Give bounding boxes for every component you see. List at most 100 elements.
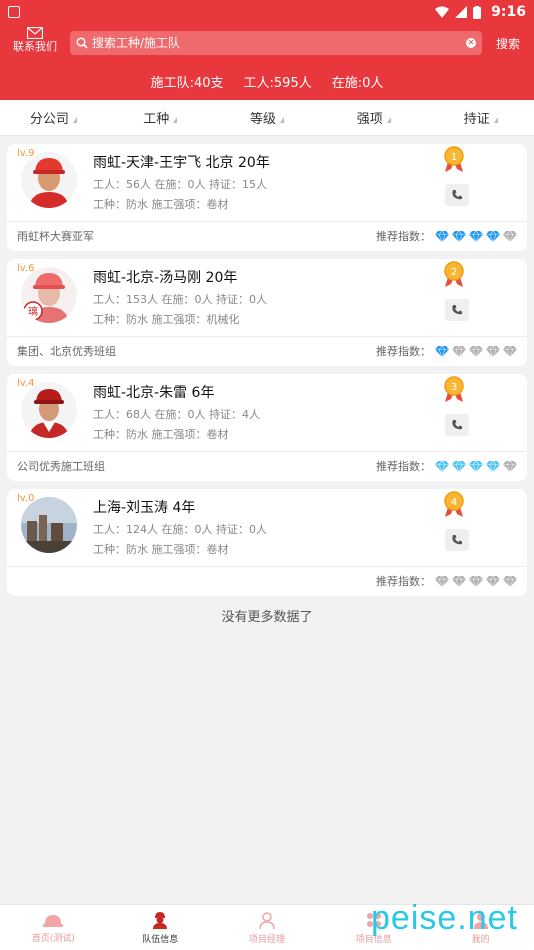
team-stats: 工人：56人 在施：0人 持证：15人 bbox=[93, 178, 267, 191]
avatar: 璃 bbox=[21, 267, 77, 323]
manager-icon bbox=[259, 911, 275, 929]
active-count: 在施:0人 bbox=[331, 75, 384, 91]
team-honor: 公司优秀施工班组 bbox=[17, 460, 105, 473]
diamond-empty-icon bbox=[469, 345, 483, 357]
recommend-rating bbox=[435, 460, 517, 472]
tab-team-info[interactable]: 队伍信息 bbox=[107, 905, 214, 950]
filter-label: 分公司 bbox=[29, 112, 69, 127]
diamond-empty-icon bbox=[503, 575, 517, 587]
team-skills: 工种：防水 施工强项：机械化 bbox=[93, 313, 240, 326]
phone-icon bbox=[452, 305, 462, 315]
team-honor: 雨虹杯大赛亚军 bbox=[17, 230, 94, 243]
diamond-filled-icon bbox=[435, 230, 449, 242]
team-card[interactable]: lv.0 上海-刘玉涛 4年 工人：124人 在施：0人 持证：0人 工种：防水… bbox=[7, 489, 527, 596]
sort-triangle-icon bbox=[386, 116, 391, 123]
app-notification-icon bbox=[8, 6, 20, 18]
diamond-filled-icon bbox=[452, 230, 466, 242]
home-icon bbox=[43, 914, 64, 927]
signal-icon bbox=[455, 6, 468, 18]
filter-bar: 分公司 工种 等级 强项 持证 bbox=[0, 100, 534, 136]
call-button[interactable] bbox=[445, 184, 469, 206]
filter-trade[interactable]: 工种 bbox=[107, 108, 214, 127]
phone-icon bbox=[452, 190, 462, 200]
avatar bbox=[21, 497, 77, 553]
avatar bbox=[21, 152, 77, 208]
diamond-empty-icon bbox=[486, 575, 500, 587]
tab-project-manager[interactable]: 项目经理 bbox=[214, 905, 321, 950]
diamond-filled-icon bbox=[469, 460, 483, 472]
rank-medal-icon: 3 bbox=[444, 376, 464, 402]
team-stats: 工人：124人 在施：0人 持证：0人 bbox=[93, 523, 267, 536]
worker-count: 工人:595人 bbox=[243, 75, 312, 91]
svg-text:璃: 璃 bbox=[28, 305, 38, 318]
clock: 9:16 bbox=[491, 4, 526, 20]
filter-branch[interactable]: 分公司 bbox=[0, 108, 107, 127]
rank-number: 2 bbox=[451, 267, 457, 278]
diamond-empty-icon bbox=[469, 575, 483, 587]
sort-triangle-icon bbox=[493, 116, 498, 123]
filter-strength[interactable]: 强项 bbox=[320, 108, 427, 127]
search-button[interactable]: 搜索 bbox=[488, 35, 528, 52]
filter-certified[interactable]: 持证 bbox=[427, 108, 534, 127]
diamond-filled-icon bbox=[435, 345, 449, 357]
recommend-label: 推荐指数： bbox=[376, 460, 431, 473]
filter-label: 持证 bbox=[463, 112, 490, 127]
call-button[interactable] bbox=[445, 299, 469, 321]
call-button[interactable] bbox=[445, 414, 469, 436]
rank-number: 3 bbox=[451, 382, 457, 393]
rank-medal-icon: 1 bbox=[444, 146, 464, 172]
filter-label: 强项 bbox=[356, 112, 383, 127]
no-more-data-text: 没有更多数据了 bbox=[221, 610, 313, 625]
watermark-text: peise.net bbox=[371, 899, 518, 937]
team-list: lv.9 雨虹-天津-王宇飞 北京 20年 工人：56人 在施：0人 持证：15… bbox=[0, 136, 534, 625]
diamond-filled-icon bbox=[486, 460, 500, 472]
phone-icon bbox=[452, 420, 462, 430]
diamond-empty-icon bbox=[503, 460, 517, 472]
diamond-empty-icon bbox=[503, 230, 517, 242]
filter-label: 等级 bbox=[249, 112, 276, 127]
diamond-filled-icon bbox=[435, 460, 449, 472]
search-input[interactable] bbox=[92, 36, 466, 50]
recommend-rating bbox=[435, 575, 517, 587]
team-icon bbox=[153, 911, 168, 929]
diamond-empty-icon bbox=[452, 575, 466, 587]
sort-triangle-icon bbox=[280, 116, 284, 123]
team-stats: 工人：153人 在施：0人 持证：0人 bbox=[93, 293, 267, 306]
team-skills: 工种：防水 施工强项：卷材 bbox=[93, 198, 229, 211]
team-honor: 集团、北京优秀班组 bbox=[17, 345, 116, 358]
tab-label: 项目经理 bbox=[248, 934, 285, 945]
team-name: 雨虹-天津-王宇飞 北京 20年 bbox=[93, 155, 270, 171]
search-bar[interactable]: ✕ bbox=[70, 31, 482, 55]
team-card[interactable]: lv.9 雨虹-天津-王宇飞 北京 20年 工人：56人 在施：0人 持证：15… bbox=[7, 144, 527, 251]
contact-us-button[interactable]: 联系我们 bbox=[6, 27, 64, 53]
team-name: 雨虹-北京-朱雷 6年 bbox=[93, 385, 215, 401]
mail-icon bbox=[27, 27, 43, 39]
team-name: 雨虹-北京-汤马刚 20年 bbox=[93, 270, 238, 286]
diamond-filled-icon bbox=[452, 460, 466, 472]
contact-us-label: 联系我们 bbox=[13, 40, 57, 53]
team-card[interactable]: lv.4 雨虹-北京-朱雷 6年 工人：68人 在施：0人 持证：4人 工种：防… bbox=[7, 374, 527, 481]
diamond-empty-icon bbox=[503, 345, 517, 357]
team-count: 施工队:40支 bbox=[150, 75, 224, 91]
diamond-filled-icon bbox=[486, 230, 500, 242]
recommend-label: 推荐指数： bbox=[376, 230, 431, 243]
search-icon bbox=[76, 37, 88, 49]
sort-triangle-icon bbox=[72, 116, 77, 123]
summary-bar: 施工队:40支 工人:595人 在施:0人 bbox=[0, 62, 534, 100]
team-card[interactable]: lv.6 璃 雨虹-北京-汤马刚 20年 工人：153人 在施：0人 持证：0人… bbox=[7, 259, 527, 366]
recommend-rating bbox=[435, 345, 517, 357]
filter-label: 工种 bbox=[143, 112, 170, 127]
filter-level[interactable]: 等级 bbox=[214, 108, 321, 127]
tab-label: 队伍信息 bbox=[142, 934, 179, 945]
battery-icon bbox=[473, 5, 482, 19]
clear-search-icon[interactable]: ✕ bbox=[466, 38, 476, 48]
phone-icon bbox=[452, 535, 462, 545]
rank-medal-icon: 2 bbox=[444, 261, 464, 287]
diamond-empty-icon bbox=[435, 575, 449, 587]
recommend-rating bbox=[435, 230, 517, 242]
tab-home[interactable]: 首页(测试) bbox=[0, 905, 107, 950]
wifi-icon bbox=[435, 6, 450, 18]
call-button[interactable] bbox=[445, 529, 469, 551]
diamond-empty-icon bbox=[486, 345, 500, 357]
team-skills: 工种：防水 施工强项：卷材 bbox=[93, 543, 229, 556]
